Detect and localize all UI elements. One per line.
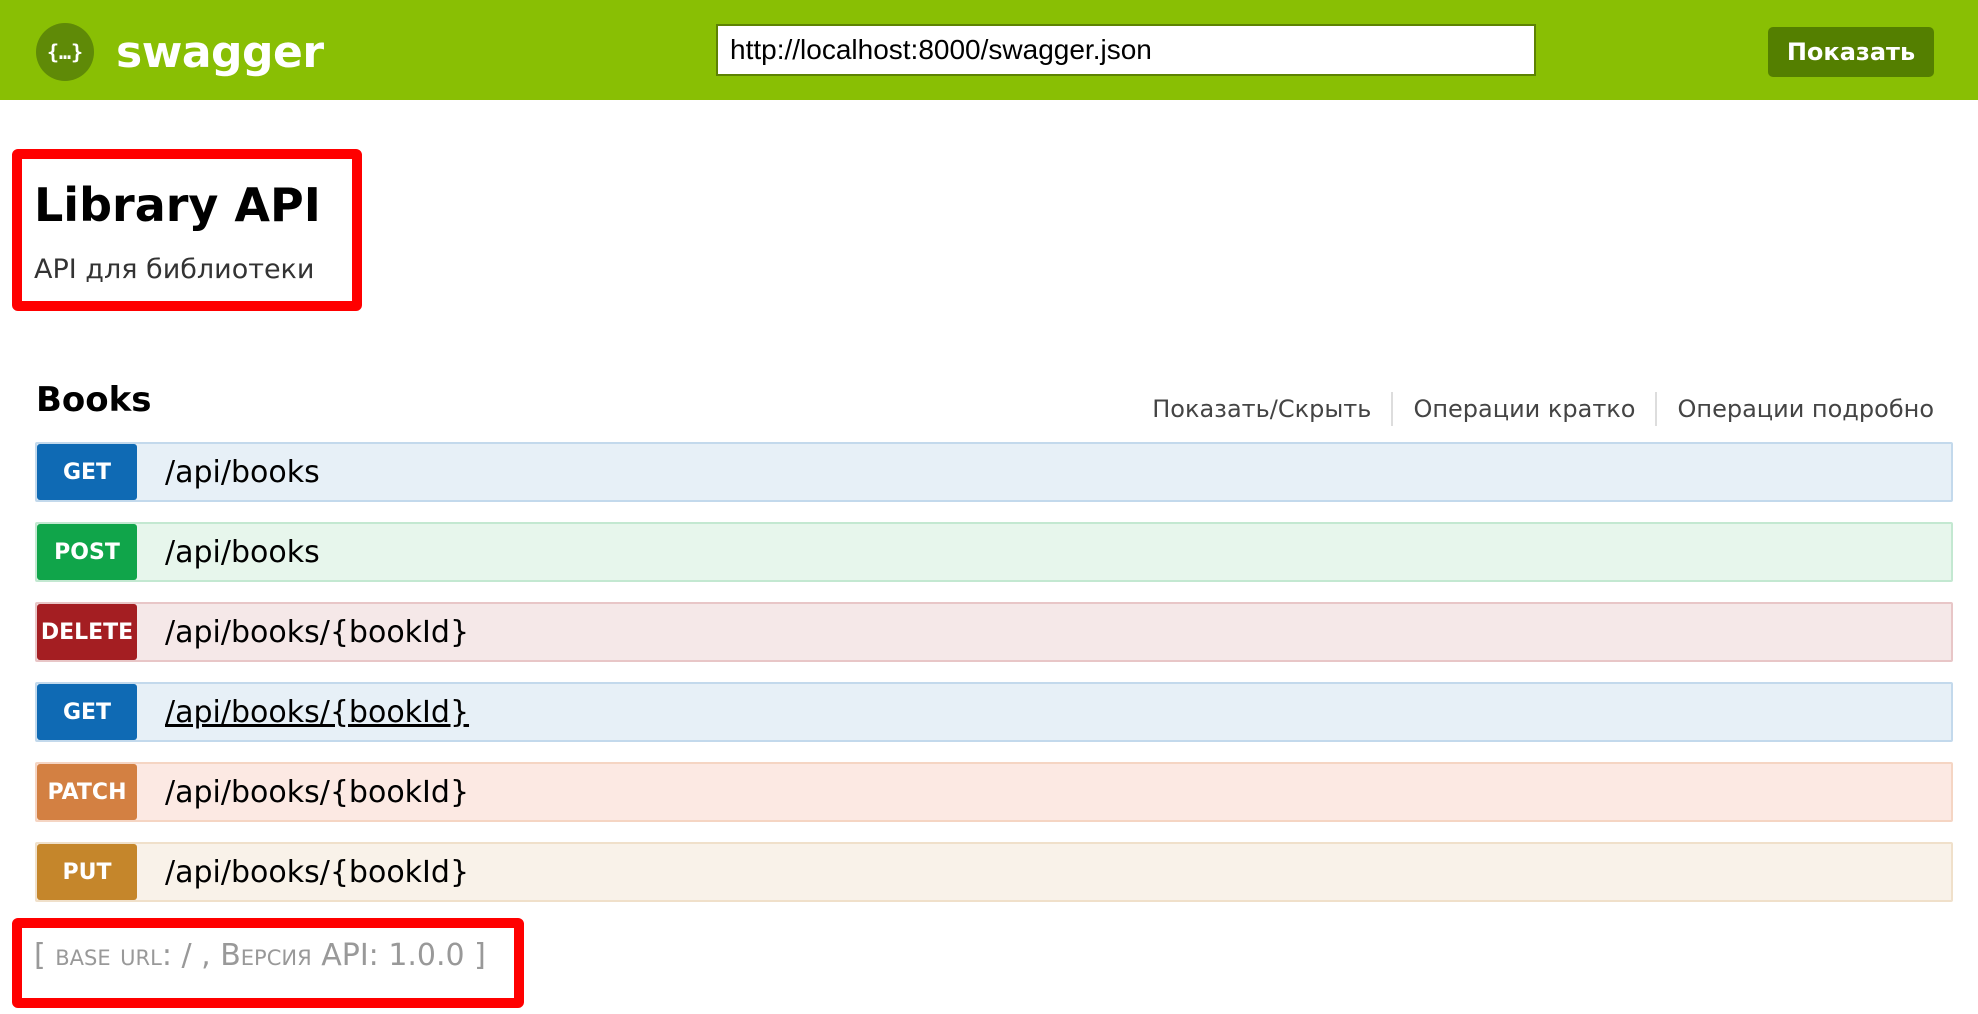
show-hide-link[interactable]: Показать/Скрыть [1132,392,1391,426]
swagger-braces-icon: {…} [36,23,94,81]
operation-path[interactable]: /api/books/{bookId} [165,855,469,890]
version-value: API: 1.0.0 ] [311,938,486,973]
operation-path[interactable]: /api/books/{bookId} [165,775,469,810]
logo-text: swagger [116,26,324,78]
list-operations-link[interactable]: Операции кратко [1391,392,1655,426]
api-description: API для библиотеки [34,254,315,285]
method-badge[interactable]: GET [37,444,137,500]
explore-button[interactable]: Показать [1768,27,1934,77]
operation-path[interactable]: /api/books [165,535,320,570]
method-badge[interactable]: PUT [37,844,137,900]
svg-text:{…}: {…} [47,40,83,64]
resource-actions: Показать/Скрыть Операции кратко Операции… [1132,392,1934,426]
logo[interactable]: {…} swagger [36,23,324,81]
api-footer-info: [ base url: / , Версия API: 1.0.0 ] [34,938,486,973]
operation-path[interactable]: /api/books/{bookId} [165,695,469,730]
operation-patch-book[interactable]: PATCH /api/books/{bookId} [35,762,1953,822]
operation-delete-book[interactable]: DELETE /api/books/{bookId} [35,602,1953,662]
operations-list: GET /api/books POST /api/books DELETE /a… [35,442,1953,922]
expand-operations-link[interactable]: Операции подробно [1655,392,1934,426]
operation-put-book[interactable]: PUT /api/books/{bookId} [35,842,1953,902]
spec-url-input[interactable] [716,24,1536,76]
footer-open: [ [34,938,56,973]
version-label: Версия [220,938,312,973]
resource-title[interactable]: Books [36,380,151,420]
method-badge[interactable]: POST [37,524,137,580]
method-badge[interactable]: GET [37,684,137,740]
method-badge[interactable]: PATCH [37,764,137,820]
base-url-label: base url [55,938,162,973]
api-title: Library API [34,178,321,232]
method-badge[interactable]: DELETE [37,604,137,660]
base-url-value: : / , [161,938,221,973]
operation-get-book[interactable]: GET /api/books/{bookId} [35,682,1953,742]
operation-get-books[interactable]: GET /api/books [35,442,1953,502]
top-bar: {…} swagger Показать [0,0,1978,100]
operation-path[interactable]: /api/books/{bookId} [165,615,469,650]
operation-path[interactable]: /api/books [165,455,320,490]
operation-post-books[interactable]: POST /api/books [35,522,1953,582]
